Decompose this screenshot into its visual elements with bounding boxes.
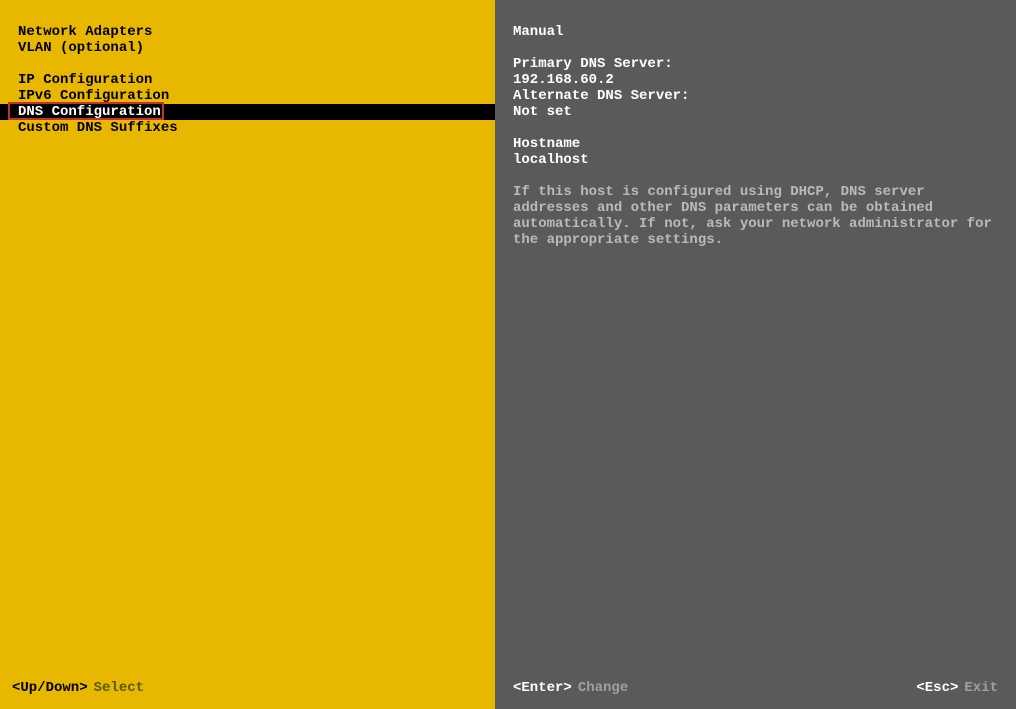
alternate-dns-value: Not set xyxy=(513,104,998,120)
updown-hint: <Up/Down> Select xyxy=(12,680,144,696)
alternate-dns-label: Alternate DNS Server: xyxy=(513,88,998,104)
main-area: Network Adapters VLAN (optional) IP Conf… xyxy=(0,0,1016,667)
enter-action: Change xyxy=(578,680,628,696)
servers-block: Primary DNS Server: 192.168.60.2 Alterna… xyxy=(513,56,998,120)
hostname-block: Hostname localhost xyxy=(513,136,998,168)
esc-key: <Esc> xyxy=(916,680,958,696)
updown-key: <Up/Down> xyxy=(12,680,88,696)
footer-right: <Enter> Change <Esc> Exit xyxy=(495,667,1016,709)
menu-item-vlan[interactable]: VLAN (optional) xyxy=(0,40,495,56)
hostname-label: Hostname xyxy=(513,136,998,152)
menu-item-custom-dns-suffixes[interactable]: Custom DNS Suffixes xyxy=(0,120,495,136)
menu-panel: Network Adapters VLAN (optional) IP Conf… xyxy=(0,0,495,667)
primary-dns-label: Primary DNS Server: xyxy=(513,56,998,72)
mode-block: Manual xyxy=(513,24,998,40)
enter-key: <Enter> xyxy=(513,680,572,696)
footer-left: <Up/Down> Select xyxy=(0,667,495,709)
enter-hint: <Enter> Change xyxy=(513,680,628,696)
menu-group-2: IP Configuration IPv6 Configuration DNS … xyxy=(0,72,495,136)
menu-item-ip-config[interactable]: IP Configuration xyxy=(0,72,495,88)
menu-item-dns-config[interactable]: DNS Configuration xyxy=(0,104,495,120)
esc-hint: <Esc> Exit xyxy=(916,680,998,696)
hostname-value: localhost xyxy=(513,152,998,168)
primary-dns-value: 192.168.60.2 xyxy=(513,72,998,88)
menu-item-network-adapters[interactable]: Network Adapters xyxy=(0,24,495,40)
dns-mode: Manual xyxy=(513,24,998,40)
details-panel: Manual Primary DNS Server: 192.168.60.2 … xyxy=(495,0,1016,667)
esc-action: Exit xyxy=(964,680,998,696)
footer: <Up/Down> Select <Enter> Change <Esc> Exit xyxy=(0,667,1016,709)
menu-group-1: Network Adapters VLAN (optional) xyxy=(0,24,495,56)
help-text: If this host is configured using DHCP, D… xyxy=(513,184,998,248)
updown-action: Select xyxy=(94,680,144,696)
menu-item-ipv6-config[interactable]: IPv6 Configuration xyxy=(0,88,495,104)
